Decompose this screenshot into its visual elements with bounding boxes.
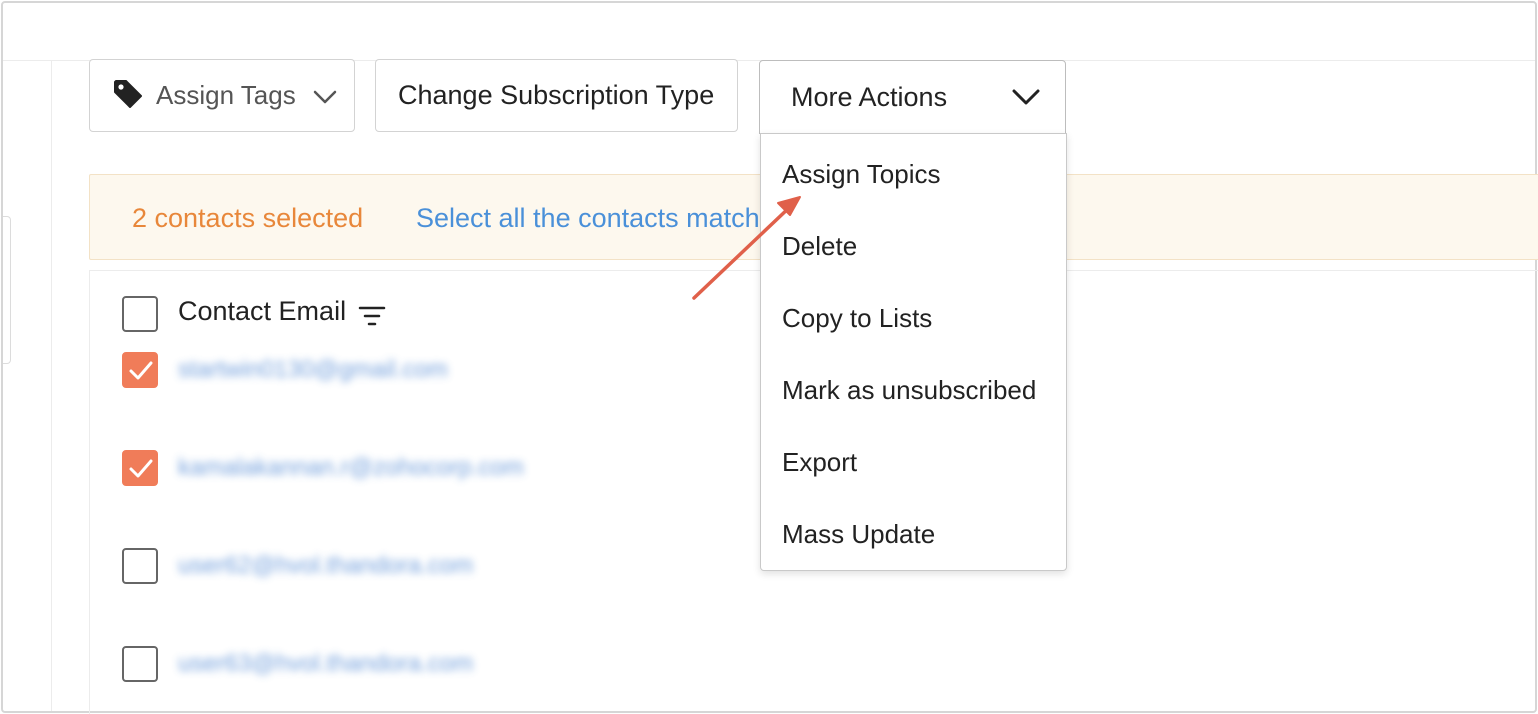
contact-email[interactable]: startwin0130@gmail.com [178, 356, 448, 384]
row-checkbox[interactable] [122, 352, 158, 388]
checkmark-icon [129, 459, 153, 478]
selected-count-text: 2 contacts selected [132, 203, 364, 233]
more-actions-label: More Actions [791, 81, 948, 112]
select-all-checkbox[interactable] [122, 296, 158, 332]
row-checkbox[interactable] [122, 548, 158, 584]
change-subscription-label: Change Subscription Type [398, 80, 715, 110]
filter-icon[interactable] [358, 304, 386, 328]
chevron-down-icon [312, 83, 338, 109]
more-actions-button[interactable]: More Actions [759, 60, 1066, 134]
contact-email[interactable]: kamalakannan.r@zohocorp.com [178, 454, 524, 482]
more-actions-menu: Assign Topics Delete Copy to Lists Mark … [760, 133, 1067, 571]
contact-email[interactable]: user62@hvol.thandora.com [178, 552, 473, 580]
row-checkbox[interactable] [122, 646, 158, 682]
contact-email[interactable]: user63@hvol.thandora.com [178, 650, 473, 678]
left-rail-divider [51, 60, 52, 711]
checkmark-icon [129, 361, 153, 380]
menu-item-export[interactable]: Export [761, 426, 1066, 498]
menu-item-mass-update[interactable]: Mass Update [761, 498, 1066, 570]
side-panel-handle[interactable] [3, 216, 11, 364]
menu-item-copy-to-lists[interactable]: Copy to Lists [761, 282, 1066, 354]
menu-item-assign-topics[interactable]: Assign Topics [761, 138, 1066, 210]
tag-icon [112, 78, 144, 110]
assign-tags-button[interactable]: Assign Tags [89, 59, 355, 132]
change-subscription-type-button[interactable]: Change Subscription Type [375, 59, 738, 132]
select-all-matching-link[interactable]: Select all the contacts match [416, 203, 760, 234]
row-checkbox[interactable] [122, 450, 158, 486]
chevron-down-icon [1011, 85, 1041, 109]
menu-item-delete[interactable]: Delete [761, 210, 1066, 282]
column-header-contact-email: Contact Email [178, 296, 347, 326]
menu-item-mark-as-unsubscribed[interactable]: Mark as unsubscribed [761, 354, 1066, 426]
assign-tags-label: Assign Tags [156, 80, 296, 110]
